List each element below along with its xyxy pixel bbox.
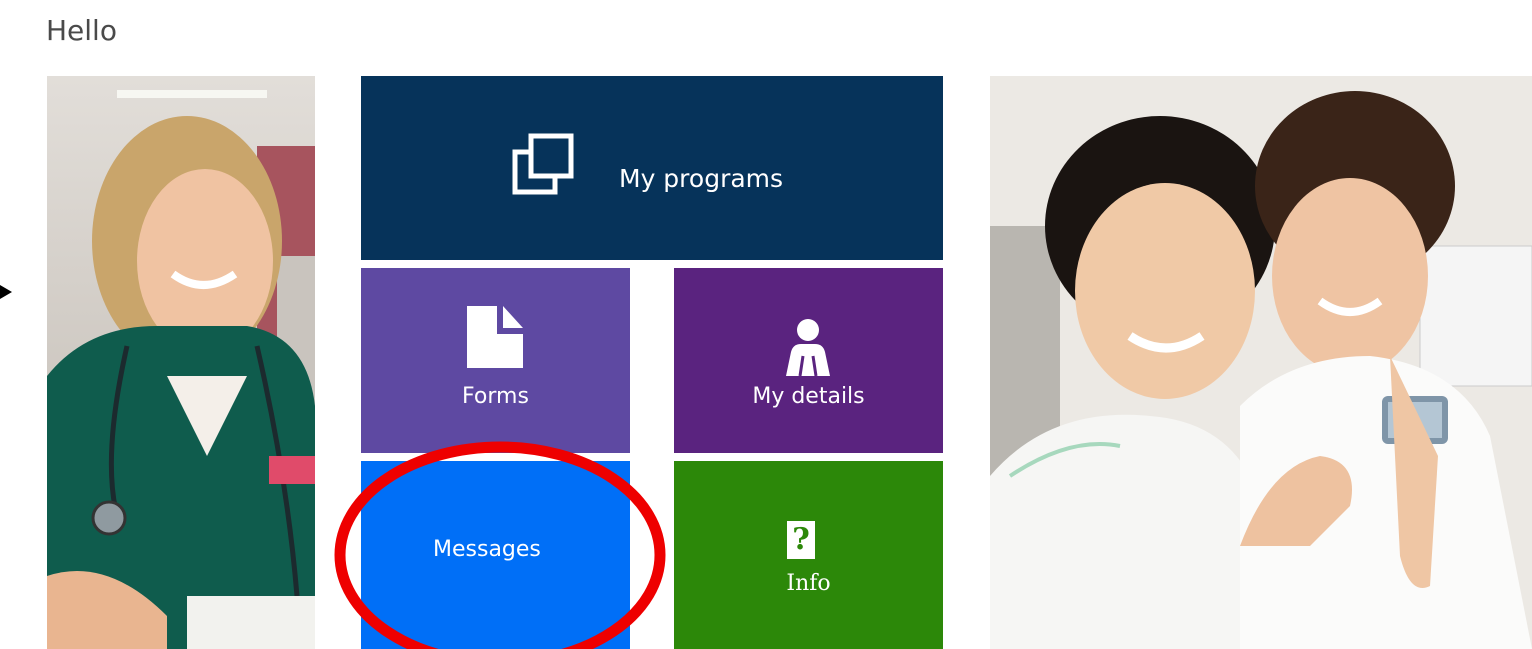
forms-label: Forms bbox=[462, 384, 529, 409]
arrow-pointer-icon bbox=[0, 285, 12, 299]
messages-tile[interactable]: Messages bbox=[361, 461, 630, 649]
my-programs-tile[interactable]: My programs bbox=[361, 76, 943, 260]
info-tile[interactable]: ? Info bbox=[674, 461, 943, 649]
dental-staff-photo bbox=[990, 76, 1532, 649]
copy-squares-icon bbox=[512, 133, 574, 195]
my-programs-label: My programs bbox=[619, 164, 784, 193]
person-icon bbox=[786, 319, 830, 376]
my-details-tile[interactable]: My details bbox=[674, 268, 943, 453]
info-label: Info bbox=[786, 571, 831, 596]
my-details-label: My details bbox=[752, 384, 865, 409]
question-mark-icon: ? bbox=[787, 521, 815, 559]
messages-label: Messages bbox=[433, 537, 541, 562]
document-icon bbox=[467, 306, 523, 368]
forms-tile[interactable]: Forms bbox=[361, 268, 630, 453]
nurse-photo bbox=[47, 76, 315, 649]
page: Hello My programs Forms My details Messa… bbox=[0, 0, 1532, 649]
greeting-heading: Hello bbox=[46, 14, 117, 47]
